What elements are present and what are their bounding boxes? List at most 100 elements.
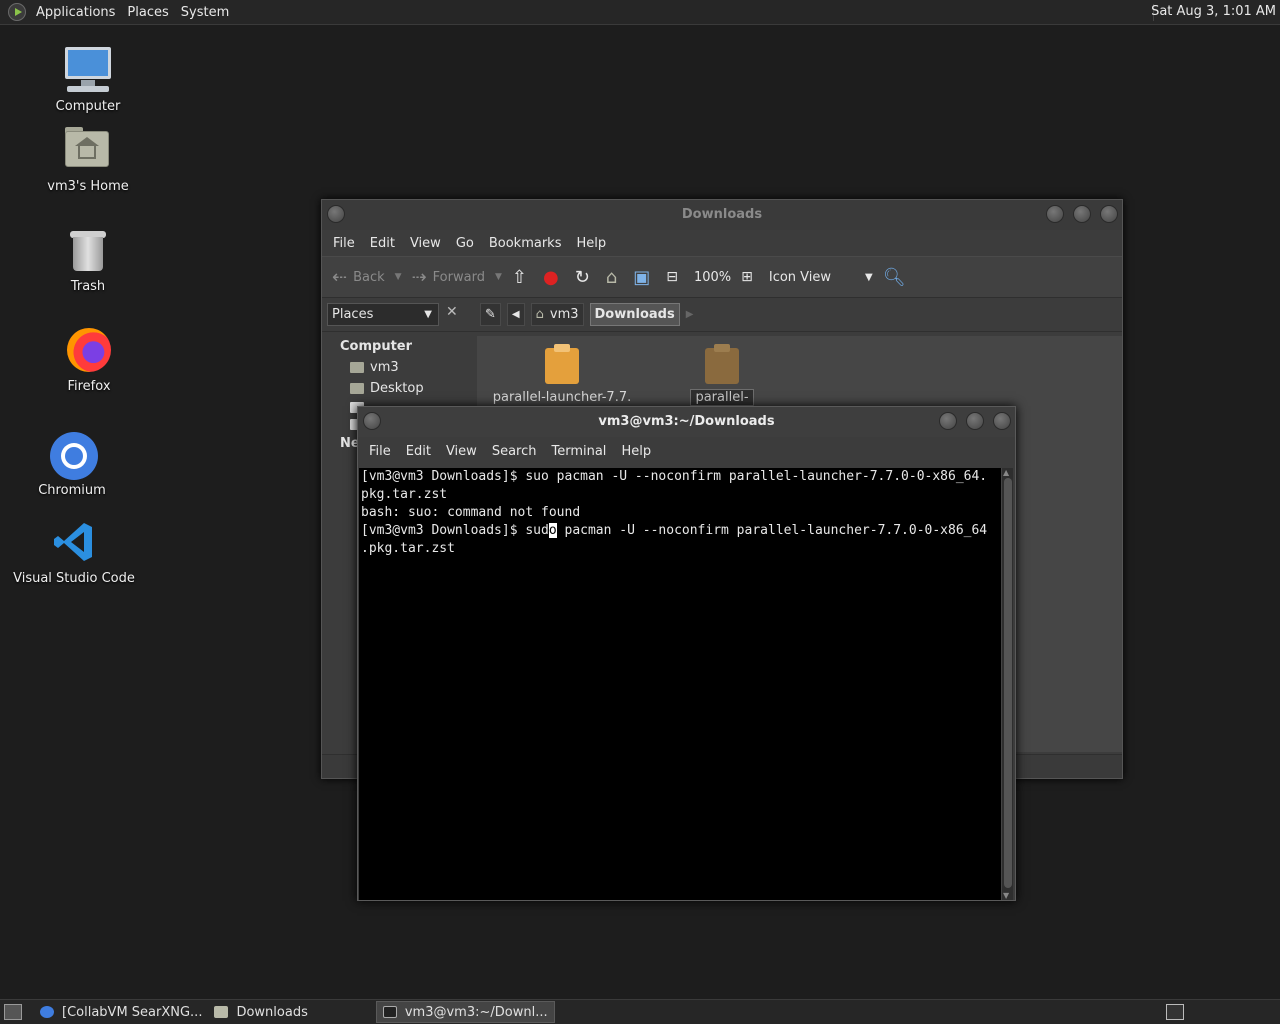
computer-icon: [63, 45, 113, 95]
desktop-icon-firefox[interactable]: Firefox: [24, 325, 154, 394]
terminal-icon: [382, 1006, 397, 1018]
file-manager-titlebar[interactable]: Downloads: [322, 200, 1122, 230]
term-menu-help[interactable]: Help: [616, 444, 661, 459]
desktop-icon-computer[interactable]: Computer: [23, 45, 153, 114]
minimize-icon[interactable]: [1046, 205, 1064, 223]
task-downloads[interactable]: Downloads: [208, 1001, 313, 1023]
menu-system[interactable]: System: [175, 5, 235, 20]
reload-button[interactable]: ↻: [575, 267, 596, 288]
file-manager-toolbar: ⇠ Back ▼ ⇢ Forward ▼ ⇧ ● ↻ ⌂ ▣ ⊟ 100% ⊞ …: [322, 256, 1122, 298]
reload-icon: ↻: [574, 266, 590, 288]
firefox-icon: [64, 325, 114, 375]
file-name: parallel-: [690, 389, 754, 406]
terminal-titlebar[interactable]: vm3@vm3:~/Downloads: [358, 407, 1015, 437]
zoom-in-icon: ⊞: [741, 269, 753, 285]
trash-icon: [63, 225, 113, 275]
zoom-in-button[interactable]: ⊞: [741, 269, 759, 285]
chevron-left-icon: ◀: [511, 309, 520, 320]
terminal-line: .pkg.tar.zst: [361, 541, 455, 556]
breadcrumb-item-vm3[interactable]: ⌂ vm3: [530, 303, 584, 326]
sidebar-item-desktop[interactable]: Desktop: [326, 378, 468, 399]
chevron-right-icon[interactable]: ▶: [686, 309, 694, 320]
sidebar-item-vm3[interactable]: vm3: [326, 357, 468, 378]
maximize-icon[interactable]: [1073, 205, 1091, 223]
clock[interactable]: Sat Aug 3, 1:01 AM: [1151, 4, 1276, 19]
desktop-icon-label: vm3's Home: [47, 179, 129, 194]
applications-logo-icon[interactable]: [8, 3, 26, 21]
close-icon[interactable]: [1100, 205, 1118, 223]
term-menu-terminal[interactable]: Terminal: [546, 444, 616, 459]
window-menu-icon[interactable]: [363, 412, 381, 430]
file-item-selected[interactable]: parallel-: [652, 344, 792, 406]
terminal-scrollbar[interactable]: ▲ ▼: [1001, 468, 1013, 900]
home-button[interactable]: ⌂: [606, 267, 623, 288]
terminal-line: [vm3@vm3 Downloads]$ suo pacman -U --noc…: [361, 469, 988, 484]
fm-menu-view[interactable]: View: [405, 236, 451, 251]
file-name: parallel-launcher-7.7.: [492, 390, 632, 405]
chevron-down-icon: ▼: [424, 309, 432, 320]
search-button[interactable]: 🔍︎: [883, 267, 912, 288]
menu-applications[interactable]: Applications: [30, 5, 121, 20]
back-arrow-icon: ⇠: [332, 266, 348, 288]
computer-button[interactable]: ▣: [633, 267, 656, 288]
file-item[interactable]: parallel-launcher-7.7.: [492, 344, 632, 405]
top-menu: Applications Places System: [0, 0, 235, 24]
package-icon: [705, 344, 739, 384]
term-menu-file[interactable]: File: [364, 444, 401, 459]
home-icon: ⌂: [535, 307, 544, 322]
zoom-out-icon: ⊟: [666, 269, 678, 285]
zoom-level: 100%: [693, 269, 732, 285]
window-title: vm3@vm3:~/Downloads: [598, 414, 775, 429]
maximize-icon[interactable]: [966, 412, 984, 430]
scrollbar-thumb[interactable]: [1004, 478, 1012, 888]
workspace-switcher-icon[interactable]: [1166, 1004, 1184, 1020]
fm-menu-edit[interactable]: Edit: [365, 236, 405, 251]
minimize-icon[interactable]: [939, 412, 957, 430]
menu-places[interactable]: Places: [121, 5, 174, 20]
scroll-down-icon[interactable]: ▼: [1003, 891, 1009, 900]
toggle-location-entry-button[interactable]: ✎: [480, 303, 501, 326]
term-menu-edit[interactable]: Edit: [401, 444, 441, 459]
home-icon: ⌂: [605, 266, 618, 288]
forward-arrow-icon: ⇢: [411, 266, 427, 288]
fm-menu-file[interactable]: File: [328, 236, 365, 251]
places-select[interactable]: Places ▼: [327, 303, 439, 326]
stop-button[interactable]: ●: [543, 267, 565, 288]
view-mode-select[interactable]: Icon View ▼: [769, 270, 873, 285]
fm-menu-go[interactable]: Go: [451, 236, 484, 251]
up-button[interactable]: ⇧: [512, 267, 533, 288]
desktop-folder-icon: [350, 383, 364, 394]
desktop-icon-chromium[interactable]: Chromium: [7, 429, 137, 498]
task-terminal[interactable]: vm3@vm3:~/Downl...: [375, 1001, 555, 1023]
sidebar-section-computer: Computer: [340, 339, 413, 354]
desktop-icon-trash[interactable]: Trash: [23, 225, 153, 294]
terminal-window[interactable]: vm3@vm3:~/Downloads File Edit View Searc…: [357, 406, 1016, 901]
close-sidebar-icon[interactable]: ✕: [446, 304, 458, 320]
desktop-icon-label: Computer: [55, 99, 121, 114]
terminal-menubar: File Edit View Search Terminal Help: [358, 437, 1015, 466]
fm-menu-bookmarks[interactable]: Bookmarks: [484, 236, 572, 251]
desktop-icon-home[interactable]: vm3's Home: [23, 125, 153, 194]
terminal-output[interactable]: [vm3@vm3 Downloads]$ suo pacman -U --noc…: [359, 468, 1001, 900]
chromium-icon: [47, 429, 98, 480]
task-searxng[interactable]: [CollabVM SearXNG...: [34, 1001, 208, 1023]
show-desktop-icon[interactable]: [4, 1004, 22, 1020]
breadcrumb-back-button[interactable]: ◀: [506, 303, 525, 326]
desktop-icon-vscode[interactable]: Visual Studio Code: [9, 517, 139, 586]
window-menu-icon[interactable]: [327, 205, 345, 223]
package-icon: [545, 344, 579, 384]
scroll-up-icon[interactable]: ▲: [1003, 468, 1009, 477]
forward-history-dropdown-icon[interactable]: ▼: [495, 272, 502, 282]
term-menu-view[interactable]: View: [441, 444, 487, 459]
zoom-out-button[interactable]: ⊟: [666, 269, 684, 285]
back-button[interactable]: ⇠ Back ▼: [332, 267, 402, 288]
top-panel: Applications Places System Sat Aug 3, 1:…: [0, 0, 1280, 25]
breadcrumb-item-downloads[interactable]: Downloads: [589, 303, 680, 326]
vscode-icon: [49, 517, 99, 567]
fm-menu-help[interactable]: Help: [571, 236, 616, 251]
close-icon[interactable]: [993, 412, 1011, 430]
term-menu-search[interactable]: Search: [487, 444, 547, 459]
breadcrumb: ✎ ◀ ⌂ vm3 Downloads ▶: [480, 303, 693, 326]
forward-button[interactable]: ⇢ Forward ▼: [412, 267, 502, 288]
back-history-dropdown-icon[interactable]: ▼: [395, 272, 402, 282]
